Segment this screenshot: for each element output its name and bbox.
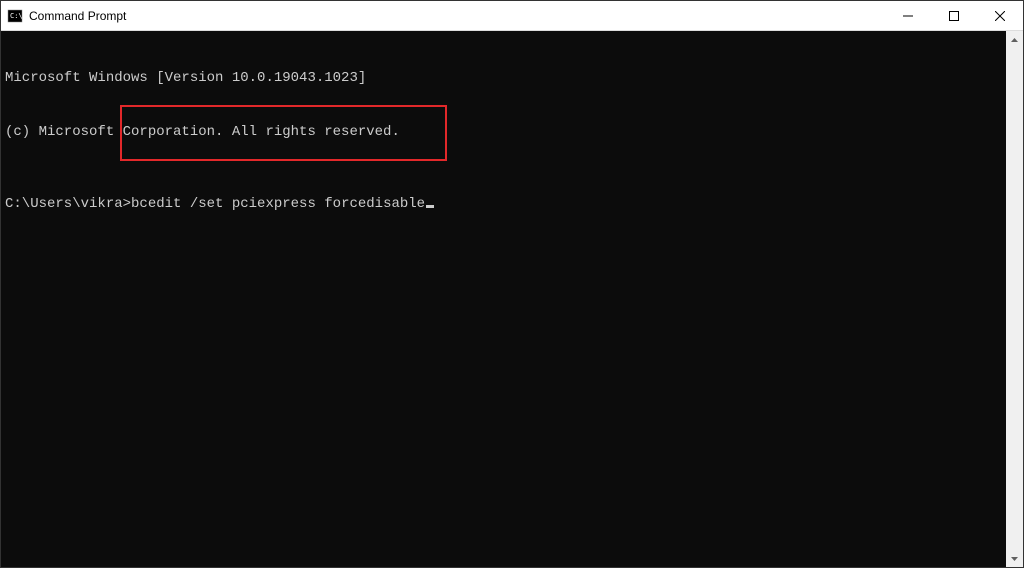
content-area: Microsoft Windows [Version 10.0.19043.10… [1, 31, 1023, 567]
command-prompt-window: C:\ Command Prompt Microsoft Windows [Ve… [0, 0, 1024, 568]
minimize-button[interactable] [885, 1, 931, 30]
terminal-output-line: Microsoft Windows [Version 10.0.19043.10… [5, 69, 1002, 87]
terminal[interactable]: Microsoft Windows [Version 10.0.19043.10… [1, 31, 1006, 567]
terminal-prompt-line: C:\Users\vikra>bcedit /set pciexpress fo… [5, 195, 1002, 213]
maximize-button[interactable] [931, 1, 977, 30]
svg-text:C:\: C:\ [10, 12, 23, 20]
scroll-track[interactable] [1006, 48, 1023, 550]
prompt-text: C:\Users\vikra> [5, 196, 131, 212]
scroll-down-button[interactable] [1006, 550, 1023, 567]
command-text: bcedit /set pciexpress forcedisable [131, 196, 425, 212]
cursor [426, 205, 434, 208]
window-controls [885, 1, 1023, 30]
close-button[interactable] [977, 1, 1023, 30]
vertical-scrollbar[interactable] [1006, 31, 1023, 567]
window-title: Command Prompt [29, 9, 126, 23]
titlebar[interactable]: C:\ Command Prompt [1, 1, 1023, 31]
scroll-up-button[interactable] [1006, 31, 1023, 48]
terminal-output-line: (c) Microsoft Corporation. All rights re… [5, 123, 1002, 141]
app-icon: C:\ [7, 8, 23, 24]
